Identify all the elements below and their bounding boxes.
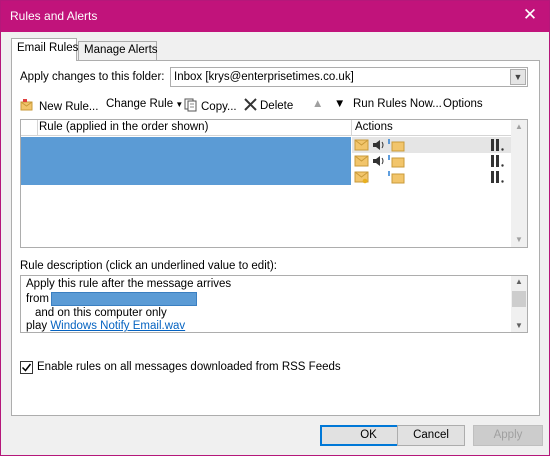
rules-toolbar: New Rule... Change Rule ▼ Copy... Delete…: [20, 96, 532, 116]
description-line-3: and on this computer only: [35, 307, 167, 319]
email-rules-panel: Apply changes to this folder: Inbox [kry…: [11, 60, 540, 416]
folder-move-icon: [388, 155, 405, 168]
new-rule-icon: [20, 99, 33, 111]
folder-value: Inbox [krys@enterprisetimes.co.uk]: [174, 71, 354, 83]
flagged-envelope-icon: [354, 171, 369, 184]
table-row[interactable]: [352, 153, 512, 169]
description-play: play: [26, 320, 48, 332]
rules-list[interactable]: Rule (applied in the order shown) Action…: [20, 119, 528, 248]
folder-select[interactable]: Inbox [krys@enterprisetimes.co.uk] ▼: [170, 67, 528, 87]
tools-icon: [491, 171, 504, 183]
tools-icon: [491, 155, 504, 167]
close-icon[interactable]: ✕: [521, 6, 539, 24]
sound-file-link[interactable]: Windows Notify Email.wav: [50, 320, 185, 332]
folder-move-icon: [388, 139, 405, 152]
actions-column-header[interactable]: Actions: [355, 121, 393, 133]
rules-list-header: Rule (applied in the order shown) Action…: [21, 120, 512, 136]
table-row[interactable]: [352, 169, 512, 185]
change-rule-button[interactable]: Change Rule ▼: [106, 98, 183, 110]
options-button[interactable]: Options: [443, 98, 483, 110]
rss-checkbox[interactable]: [20, 361, 33, 374]
scroll-up-icon[interactable]: ▲: [511, 276, 527, 288]
new-rule-button[interactable]: New Rule...: [20, 98, 98, 113]
tab-email-rules[interactable]: Email Rules: [11, 38, 78, 61]
delete-label: Delete: [260, 100, 294, 112]
description-line-4: play Windows Notify Email.wav: [26, 320, 185, 332]
description-from: from: [26, 293, 49, 305]
new-rule-label: New Rule...: [39, 101, 99, 113]
tab-manage-alerts[interactable]: Manage Alerts: [78, 41, 158, 60]
rule-description-label: Rule description (click an underlined va…: [20, 260, 277, 272]
delete-button[interactable]: Delete: [244, 98, 293, 112]
scroll-down-icon[interactable]: ▼: [511, 233, 527, 247]
sender-redacted[interactable]: [51, 292, 197, 306]
scroll-down-icon[interactable]: ▼: [511, 320, 527, 332]
copy-icon: [184, 98, 197, 112]
rule-description-box[interactable]: Apply this rule after the message arrive…: [20, 275, 528, 333]
speaker-icon: [373, 156, 384, 166]
envelope-icon: [354, 155, 369, 167]
tools-icon: [491, 139, 504, 151]
apply-button[interactable]: Apply: [473, 425, 543, 446]
rule-column-header[interactable]: Rule (applied in the order shown): [39, 121, 208, 133]
table-row[interactable]: [352, 137, 512, 153]
cancel-button[interactable]: Cancel: [397, 425, 465, 446]
dropdown-arrow-icon: ▼: [173, 100, 184, 109]
move-down-icon[interactable]: ▼: [334, 98, 345, 110]
scroll-thumb[interactable]: [512, 291, 526, 307]
copy-label: Copy...: [201, 101, 237, 113]
folder-label: Apply changes to this folder:: [20, 71, 165, 83]
folder-move-icon: [388, 171, 405, 184]
description-line-1: Apply this rule after the message arrive…: [26, 278, 232, 290]
change-rule-label: Change Rule: [106, 98, 174, 110]
move-up-icon[interactable]: ▲: [312, 98, 323, 110]
rules-alerts-dialog: Rules and Alerts ✕ Email Rules Manage Al…: [0, 0, 550, 456]
checkmark-icon: [21, 363, 32, 372]
run-rules-button[interactable]: Run Rules Now...: [353, 98, 442, 110]
envelope-icon: [354, 139, 369, 151]
title-bar: Rules and Alerts ✕: [1, 1, 549, 32]
copy-button[interactable]: Copy...: [184, 98, 237, 113]
checkbox-column-header: [21, 120, 38, 136]
speaker-icon: [373, 140, 384, 150]
delete-icon: [244, 98, 257, 111]
rss-checkbox-label: Enable rules on all messages downloaded …: [37, 361, 341, 373]
window-title: Rules and Alerts: [10, 9, 98, 23]
description-scrollbar[interactable]: ▲ ▼: [511, 276, 527, 332]
chevron-down-icon[interactable]: ▼: [510, 69, 526, 85]
scroll-up-icon[interactable]: ▲: [511, 120, 527, 134]
rules-scrollbar[interactable]: ▲ ▼: [511, 120, 527, 247]
selected-rules-redacted[interactable]: [21, 137, 351, 185]
column-divider: [351, 120, 352, 136]
